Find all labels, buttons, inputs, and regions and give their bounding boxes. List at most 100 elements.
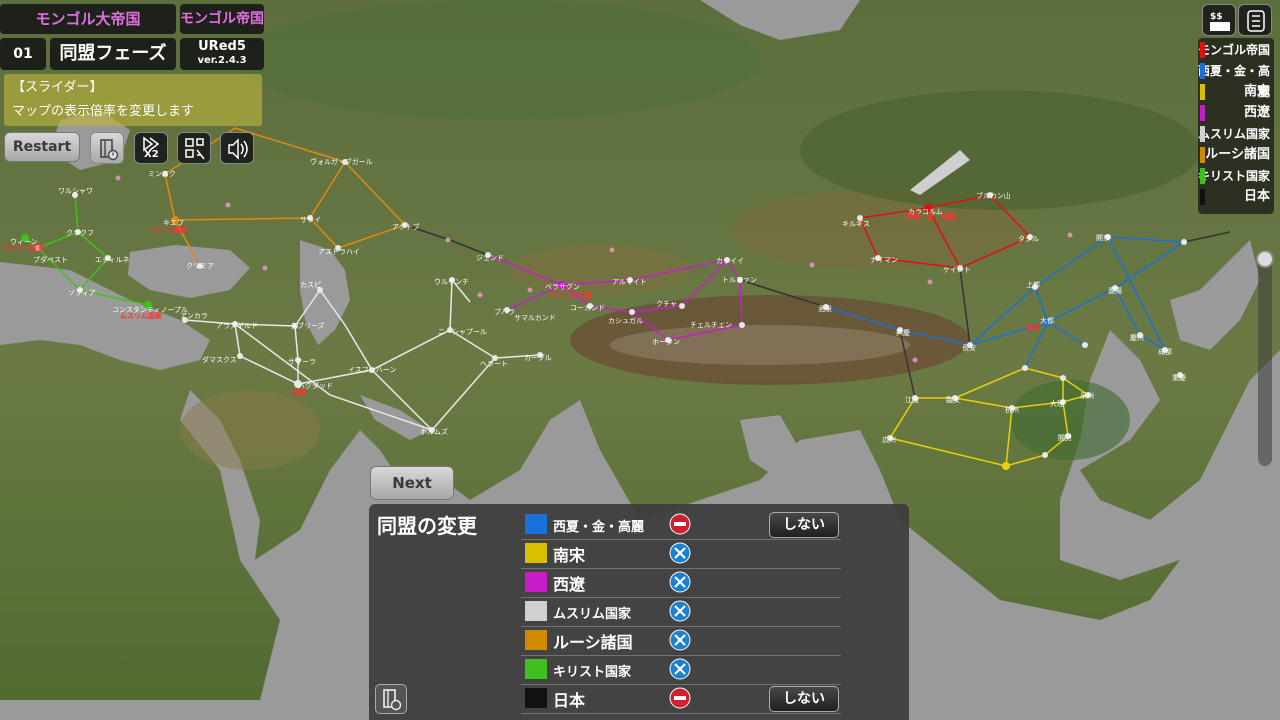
speed-label: X2 (144, 149, 159, 160)
slider-tooltip: 【スライダー】 マップの表示倍率を変更します (4, 74, 262, 126)
city-label: サマルカンド (514, 314, 556, 322)
list-button[interactable] (1238, 4, 1272, 36)
faction-swatch (525, 630, 547, 650)
faction-name: ムスリム国家 (553, 607, 632, 622)
legend-swatch (1200, 105, 1205, 121)
city-label: 大都 (1040, 316, 1054, 325)
next-button[interactable]: Next (370, 466, 454, 500)
city-label: ヴォルガ・ブガール (310, 157, 373, 166)
city-label: 広州 (882, 435, 896, 444)
tooltip-title: 【スライダー】 (12, 80, 103, 95)
alliance-title: 同盟の変更 (377, 514, 477, 538)
cross-icon[interactable] (669, 571, 691, 593)
city-label: 江陵 (905, 395, 919, 404)
cross-icon[interactable] (669, 629, 691, 651)
alliance-row: 西夏・金・高麗 しない (521, 510, 841, 540)
faction-swatch (525, 572, 547, 592)
capital-label: 西遼 (292, 388, 307, 397)
city-label: ブルカン山 (976, 191, 1011, 200)
city-label: アストラハイ (318, 248, 360, 256)
alliance-panel-toggle-button[interactable] (375, 684, 407, 714)
alliance-row: ルーシ諸国 (521, 626, 841, 656)
cross-icon[interactable] (669, 658, 691, 680)
city-label: 長安 (962, 343, 976, 352)
legend-item: 西夏・金・高麗 (1198, 61, 1274, 99)
city-label: 慶州 (1130, 333, 1144, 342)
cross-icon[interactable] (669, 600, 691, 622)
legend-label: 西遼 (1243, 105, 1270, 120)
money-icon: $$ (1210, 12, 1230, 31)
capital-label: ムスリム国家 (120, 311, 163, 320)
city-label: チェルチェン (690, 321, 732, 329)
legend-swatch (1200, 126, 1205, 142)
faction-swatch (525, 514, 547, 534)
city-label: アンカラ (180, 312, 208, 320)
version-box: URed5 ver.2.4.3 (180, 38, 264, 70)
alliance-panel: 同盟の変更 西夏・金・高麗 しない 南宋 西遼 ムスリム国家 ルーシ諸国 キリスト国家 日本し… (369, 504, 909, 720)
speed-button[interactable]: X2 (134, 132, 168, 164)
cross-icon[interactable] (669, 542, 691, 564)
city-label: 杭州 (1005, 405, 1019, 414)
faction-name: 西遼 (553, 575, 586, 594)
faction-name: ルーシ諸国 (553, 633, 633, 652)
panel-toggle-icon (100, 139, 119, 161)
list-icon (1247, 10, 1265, 32)
city-label: 開京 (1096, 233, 1110, 242)
scan-icon (185, 138, 205, 160)
city-label: 上都 (1026, 280, 1040, 289)
scan-button[interactable] (177, 132, 211, 164)
city-label: クリミア (186, 262, 214, 270)
legend-swatch (1200, 189, 1205, 205)
decline-alliance-button[interactable]: しない (769, 512, 839, 538)
city-label: 開封 (1058, 433, 1072, 442)
legend-swatch (1200, 168, 1205, 184)
zoom-slider-track[interactable] (1258, 252, 1272, 466)
city-label: ホルムズ (420, 427, 448, 436)
alliance-row: キリスト国家 (521, 655, 841, 685)
city-label: ウルゲンチ (434, 277, 469, 286)
capital-label: 西夏・金・高麗 (906, 212, 955, 221)
app-name: URed5 (198, 39, 246, 54)
city-label: ブダペスト (33, 255, 68, 264)
capital-label: モンゴル帝国 (550, 291, 592, 300)
city-label: 泉州 (1080, 391, 1094, 400)
city-label: 成都 (1158, 347, 1172, 356)
city-label: トルファン (722, 276, 757, 284)
city-label: ソフィア (68, 289, 96, 297)
alliance-row: 南宋 (521, 539, 841, 569)
city-label: アラズギルド (216, 321, 258, 330)
city-label: 重慶 (1172, 373, 1186, 382)
sound-button[interactable] (220, 132, 254, 164)
legend-item: ルーシ諸国 (1198, 145, 1274, 165)
faction-swatch (525, 543, 547, 563)
no-entry-icon[interactable] (669, 687, 691, 709)
legend-swatch (1200, 42, 1205, 58)
city-label: 大理 (1050, 399, 1064, 408)
city-label: タブリーズ (290, 321, 325, 330)
city-label: カシュガル (608, 316, 643, 325)
city-label: サライ (300, 216, 321, 224)
faction-name: キリスト国家 (553, 665, 632, 680)
zoom-slider-handle[interactable] (1256, 250, 1274, 268)
faction-title: モンゴル大帝国 (0, 4, 176, 34)
city-label: ベラサグン (545, 282, 580, 291)
city-label: 遼陽 (1108, 286, 1122, 295)
legend-label: ムスリム国家 (1198, 127, 1271, 141)
faction-legend: モンゴル帝国 西夏・金・高麗 南宋 西遼 ムスリム国家 ルーシ諸国 キリスト国家 日本 (1198, 38, 1274, 214)
city-label: クラクフ (66, 229, 94, 237)
no-entry-icon[interactable] (669, 513, 691, 535)
decline-alliance-button[interactable]: しない (769, 686, 839, 712)
economy-button[interactable]: $$ (1202, 4, 1236, 36)
restart-button[interactable]: Restart (4, 132, 80, 162)
city-label: ミンスク (148, 170, 176, 178)
sound-icon (228, 138, 248, 160)
panel-toggle-button[interactable] (90, 132, 124, 164)
city-label: イスファハーン (348, 366, 396, 374)
city-label: アルマイト (612, 278, 647, 286)
city-label: ケイレト (943, 266, 971, 274)
city-label: カスピ (300, 281, 321, 289)
city-label: ジェンド (476, 254, 504, 262)
tooltip-text: マップの表示倍率を変更します (12, 104, 195, 119)
capital-label: ルーシ諸国 (152, 225, 187, 234)
player-title: モンゴル帝国 (180, 4, 264, 34)
